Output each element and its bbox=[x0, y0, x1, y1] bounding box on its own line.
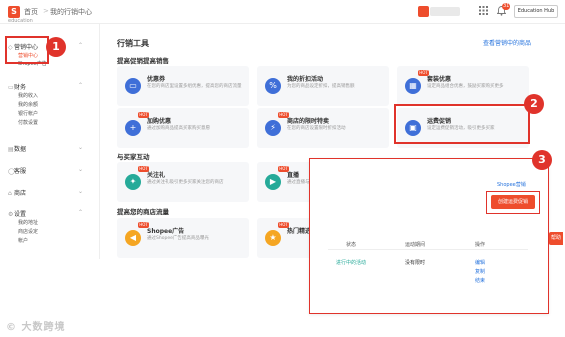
shopee-logo-icon[interactable]: S bbox=[8, 6, 20, 18]
card-title: 关注礼 bbox=[147, 172, 166, 179]
chevron-up-icon[interactable]: ⌃ bbox=[78, 82, 83, 89]
step-marker-1: 1 bbox=[46, 37, 66, 57]
shopee-marketing-link[interactable]: Shopee营销 bbox=[497, 181, 526, 188]
tool-card-voucher[interactable]: ▭ 优惠券 在您的商店里设置多组优惠，提高您的商店流量 bbox=[117, 66, 249, 106]
sidebar-item-bank-account[interactable]: 银行帐户 bbox=[18, 110, 38, 117]
add-on-icon: + bbox=[125, 120, 141, 136]
column-header-actions: 操作 bbox=[475, 242, 486, 248]
grid-icon[interactable] bbox=[478, 6, 489, 17]
highlight-box-shipping-promotion bbox=[394, 104, 530, 144]
chevron-down-icon[interactable]: ⌄ bbox=[78, 166, 83, 173]
ticket-icon: ▭ bbox=[125, 78, 141, 94]
sidebar-item-payment-settings[interactable]: 付款设置 bbox=[18, 119, 38, 126]
chevron-up-icon[interactable]: ⌃ bbox=[78, 209, 83, 216]
create-shipping-promotion-button[interactable]: 创建运费促销 bbox=[491, 195, 535, 209]
card-title: 套装优惠 bbox=[427, 76, 452, 83]
copy-link[interactable]: 复制 bbox=[475, 268, 485, 275]
education-hub-button[interactable]: Education Hub bbox=[514, 5, 558, 18]
star-icon: ★ bbox=[265, 230, 281, 246]
flash-sale-icon: ⚡ bbox=[265, 120, 281, 136]
card-description: 在您的商店里设置多组优惠，提高您的商店流量 bbox=[147, 84, 242, 89]
card-title: 优惠券 bbox=[147, 76, 166, 83]
shipping-promotion-panel: Shopee营销 创建运费促销 状态 运动期间 操作 进行中的活动 没有限时 编… bbox=[309, 158, 549, 314]
section-title-shop-traffic: 提高您的商店流量 bbox=[117, 208, 169, 216]
tool-card-shopee-ads[interactable]: ◀ HOT Shopee广告 通过Shopee广告提高商品曝光 bbox=[117, 218, 249, 258]
section-title-engage-buyers: 与买家互动 bbox=[117, 153, 150, 161]
card-title: 我的折扣活动 bbox=[287, 76, 324, 83]
table-header-divider bbox=[328, 249, 528, 250]
sidebar-section-data[interactable]: ▤数据 bbox=[8, 144, 26, 153]
page-title: 行销工具 bbox=[117, 39, 149, 48]
sidebar-item-income[interactable]: 我的收入 bbox=[18, 92, 38, 99]
card-description: 设定商品组合优惠，鼓励买家购买更多 bbox=[427, 84, 504, 89]
step-marker-2: 2 bbox=[524, 94, 544, 114]
end-link[interactable]: 结束 bbox=[475, 277, 485, 284]
avatar[interactable] bbox=[418, 6, 429, 17]
gift-icon: ✦ bbox=[125, 174, 141, 190]
help-tab[interactable]: 帮助 bbox=[549, 232, 563, 245]
sidebar-section-shop[interactable]: ⌂ 商店 bbox=[8, 188, 26, 197]
sidebar-item-account[interactable]: 帐户 bbox=[18, 237, 28, 244]
card-description: 在您的商店设置限时折扣活动 bbox=[287, 126, 346, 131]
breadcrumb-separator: > bbox=[43, 7, 49, 15]
play-icon: ▶ bbox=[265, 174, 281, 190]
tool-card-discount[interactable]: % 我的折扣活动 为您的商品设定折扣，提高销售额 bbox=[257, 66, 389, 106]
chevron-up-icon[interactable]: ⌃ bbox=[78, 42, 83, 49]
card-title: 热门精选 bbox=[287, 228, 312, 235]
top-bar: S 首页 > 我的行销中心 31 Education Hub bbox=[0, 0, 565, 24]
breadcrumb-home[interactable]: 首页 bbox=[24, 7, 38, 17]
view-marketing-products-link[interactable]: 查看营销中的商品 bbox=[483, 38, 531, 47]
discount-icon: % bbox=[265, 78, 281, 94]
section-title-boost-sales: 提高促销提高销售 bbox=[117, 57, 169, 65]
card-title: 加购优惠 bbox=[147, 118, 172, 125]
highlight-box-marketing-centre bbox=[5, 36, 49, 64]
status-badge: 进行中的活动 bbox=[336, 260, 367, 266]
card-title: Shopee广告 bbox=[147, 228, 185, 235]
step-marker-3: 3 bbox=[532, 150, 552, 170]
card-title: 直播 bbox=[287, 172, 300, 179]
sidebar-section-settings[interactable]: ⚙设置 bbox=[8, 209, 26, 218]
sidebar-section-service[interactable]: ◯客服 bbox=[8, 166, 26, 175]
tool-card-flash-sale[interactable]: ⚡ HOT 商店的限时特卖 在您的商店设置限时折扣活动 bbox=[257, 108, 389, 148]
card-description: 通过关注礼吸引更多买家关注您的商店 bbox=[147, 180, 224, 185]
tool-card-add-on-deal[interactable]: + HOT 加购优惠 通过加购商品提高买家购买意愿 bbox=[117, 108, 249, 148]
period-value: 没有限时 bbox=[405, 260, 426, 266]
chevron-down-icon[interactable]: ⌄ bbox=[78, 188, 83, 195]
screenshot: S 首页 > 我的行销中心 31 Education Hub education… bbox=[0, 0, 565, 337]
bundle-icon: ▦ bbox=[405, 78, 421, 94]
tool-card-bundle-deal[interactable]: ▦ HOT 套装优惠 设定商品组合优惠，鼓励买家购买更多 bbox=[397, 66, 529, 106]
sidebar-section-finance[interactable]: ▭财务 bbox=[8, 82, 26, 91]
sidebar-item-balance[interactable]: 我的余额 bbox=[18, 101, 38, 108]
watermark: © 大数跨境 bbox=[6, 322, 66, 333]
sidebar-item-address[interactable]: 我的地址 bbox=[18, 219, 38, 226]
card-title: 商店的限时特卖 bbox=[287, 118, 330, 125]
column-header-period: 运动期间 bbox=[405, 242, 426, 248]
tool-card-follow-prize[interactable]: ✦ HOT 关注礼 通过关注礼吸引更多买家关注您的商店 bbox=[117, 162, 249, 202]
card-description: 通过加购商品提高买家购买意愿 bbox=[147, 126, 210, 131]
sidebar-item-shop-settings[interactable]: 商店设定 bbox=[18, 228, 38, 235]
shop-name-box[interactable] bbox=[430, 7, 460, 16]
edit-link[interactable]: 编辑 bbox=[475, 259, 485, 266]
card-description: 为您的商品设定折扣，提高销售额 bbox=[287, 84, 355, 89]
card-description: 通过Shopee广告提高商品曝光 bbox=[147, 236, 209, 241]
chevron-down-icon[interactable]: ⌄ bbox=[78, 144, 83, 151]
column-header-status: 状态 bbox=[346, 242, 357, 248]
breadcrumb-current: 我的行销中心 bbox=[50, 8, 92, 16]
megaphone-icon: ◀ bbox=[125, 230, 141, 246]
notification-badge: 31 bbox=[502, 3, 511, 10]
